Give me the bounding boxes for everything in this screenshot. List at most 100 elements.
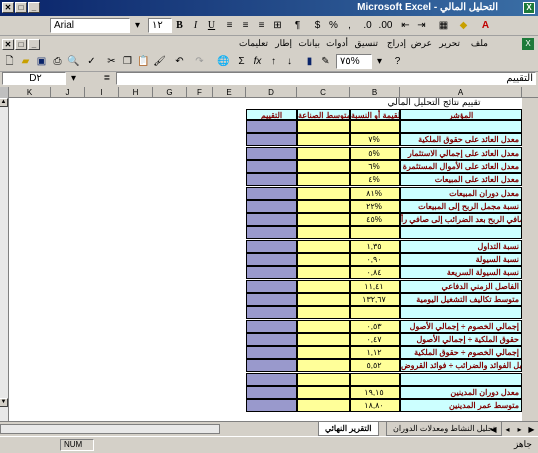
menu-insert[interactable]: إدراج bbox=[387, 38, 406, 49]
value-cell[interactable]: ٨١% bbox=[350, 187, 400, 200]
column-header-c[interactable]: C bbox=[297, 87, 350, 98]
autosum-icon[interactable]: Σ bbox=[234, 54, 249, 69]
value-cell[interactable]: ٥% bbox=[350, 147, 400, 160]
indicator-cell[interactable]: الفاصل الزمني الدفاعي bbox=[400, 280, 522, 293]
align-right-icon[interactable]: ≡ bbox=[222, 18, 237, 33]
hyperlink-icon[interactable]: 🌐 bbox=[216, 54, 231, 69]
indicator-cell[interactable]: معدل دوران المبيعات bbox=[400, 187, 522, 200]
close-button[interactable]: ✕ bbox=[2, 2, 14, 13]
indicator-cell[interactable]: نسبة مجمل الربح إلى المبيعات bbox=[400, 200, 522, 213]
tab-last-icon[interactable]: ▶ bbox=[524, 422, 538, 437]
tab-activity-analysis[interactable]: تحليل النشاط ومعدلات الدوران bbox=[386, 422, 503, 436]
menu-window[interactable]: إطار bbox=[275, 38, 292, 49]
minimize-button[interactable]: _ bbox=[28, 2, 40, 13]
industry-average-cell[interactable] bbox=[297, 173, 350, 186]
header-industry-average[interactable]: متوسط الصناعة bbox=[297, 109, 350, 120]
currency-icon[interactable]: $ bbox=[310, 18, 325, 33]
indicator-cell[interactable]: نسبة صافي الربح بعد الضرائب إلى صافي رأ bbox=[400, 213, 522, 226]
decrease-decimal-icon[interactable]: .00 bbox=[378, 18, 393, 33]
sheet-title[interactable]: تقييم نتائج التحليل المالي bbox=[354, 98, 514, 109]
column-header-e[interactable]: E bbox=[213, 87, 246, 98]
indicator-cell[interactable] bbox=[400, 373, 522, 386]
tab-first-icon[interactable]: ◀ bbox=[486, 422, 501, 437]
select-all-corner[interactable] bbox=[0, 87, 9, 98]
menu-view[interactable]: عرض bbox=[411, 38, 432, 49]
menu-tools[interactable]: أدوات bbox=[326, 38, 348, 49]
decrease-indent-icon[interactable]: ⇤ bbox=[398, 18, 413, 33]
menu-format[interactable]: تنسيق bbox=[355, 38, 378, 49]
industry-average-cell[interactable] bbox=[297, 160, 350, 173]
value-cell[interactable]: ٥,٥٢ bbox=[350, 359, 400, 372]
column-header-h[interactable]: H bbox=[119, 87, 153, 98]
value-cell[interactable]: ٠,٤٧ bbox=[350, 333, 400, 346]
rtl-icon[interactable]: ¶ bbox=[290, 18, 305, 33]
menu-help[interactable]: تعليمات bbox=[239, 38, 268, 49]
chart-wizard-icon[interactable]: ▮ bbox=[302, 54, 317, 69]
evaluation-cell[interactable] bbox=[246, 253, 297, 266]
evaluation-cell[interactable] bbox=[246, 200, 297, 213]
sort-ascending-icon[interactable]: ↑ bbox=[266, 54, 281, 69]
indicator-cell[interactable]: معدل العائد على المبيعات bbox=[400, 173, 522, 186]
name-dropdown-icon[interactable]: ▾ bbox=[66, 71, 81, 86]
value-cell[interactable]: ٢٢% bbox=[350, 200, 400, 213]
fill-color-icon[interactable]: ◆ bbox=[456, 18, 471, 33]
spreadsheet-grid[interactable]: تقييم نتائج التحليل المالي المؤشر القيمة… bbox=[9, 98, 522, 421]
industry-average-cell[interactable] bbox=[297, 200, 350, 213]
evaluation-cell[interactable] bbox=[246, 280, 297, 293]
font-size-box[interactable]: ١٢ bbox=[148, 18, 172, 33]
indicator-cell[interactable]: الربح قبل الفوائد والضرائب ÷ فوائد القرو… bbox=[400, 359, 522, 372]
font-box[interactable]: Arial bbox=[50, 18, 130, 33]
save-icon[interactable]: ▣ bbox=[34, 54, 49, 69]
column-header-i[interactable]: I bbox=[85, 87, 119, 98]
paste-icon[interactable]: 📋 bbox=[136, 54, 151, 69]
workbook-restore-button[interactable]: □ bbox=[15, 39, 27, 50]
tab-final-report[interactable]: التقرير النهائي bbox=[318, 422, 379, 436]
header-evaluation[interactable]: التقييم bbox=[246, 109, 297, 120]
workbook-minimize-button[interactable]: _ bbox=[28, 39, 40, 50]
indicator-cell[interactable]: نسبة السيولة السريعة bbox=[400, 266, 522, 279]
evaluation-cell[interactable] bbox=[246, 160, 297, 173]
value-cell[interactable]: ٠,٨٤ bbox=[350, 266, 400, 279]
font-color-icon[interactable]: A bbox=[478, 18, 493, 33]
indicator-cell[interactable]: متوسط تكاليف التشغيل اليومية bbox=[400, 293, 522, 306]
value-cell[interactable] bbox=[350, 120, 400, 133]
workbook-close-button[interactable]: ✕ bbox=[2, 39, 14, 50]
evaluation-cell[interactable] bbox=[246, 173, 297, 186]
evaluation-cell[interactable] bbox=[246, 306, 297, 319]
evaluation-cell[interactable] bbox=[246, 386, 297, 399]
indicator-cell[interactable] bbox=[400, 306, 522, 319]
industry-average-cell[interactable] bbox=[297, 320, 350, 333]
indicator-cell[interactable]: معدل العائد على حقوق الملكية bbox=[400, 133, 522, 146]
evaluation-cell[interactable] bbox=[246, 147, 297, 160]
indicator-cell[interactable]: معدل دوران المدينين bbox=[400, 386, 522, 399]
evaluation-cell[interactable] bbox=[246, 293, 297, 306]
evaluation-cell[interactable] bbox=[246, 133, 297, 146]
industry-average-cell[interactable] bbox=[297, 280, 350, 293]
cut-icon[interactable]: ✂ bbox=[104, 54, 119, 69]
industry-average-cell[interactable] bbox=[297, 266, 350, 279]
indicator-cell[interactable]: معدل العائد على إجمالي الاستثمار bbox=[400, 147, 522, 160]
indicator-cell[interactable]: متوسط عمر المدينين bbox=[400, 399, 522, 412]
drawing-icon[interactable]: ✎ bbox=[318, 54, 333, 69]
evaluation-cell[interactable] bbox=[246, 320, 297, 333]
increase-decimal-icon[interactable]: .0 bbox=[360, 18, 375, 33]
value-cell[interactable] bbox=[350, 306, 400, 319]
print-icon[interactable]: ⎙ bbox=[50, 54, 65, 69]
industry-average-cell[interactable] bbox=[297, 187, 350, 200]
industry-average-cell[interactable] bbox=[297, 399, 350, 412]
column-header-a[interactable]: A bbox=[400, 87, 522, 98]
industry-average-cell[interactable] bbox=[297, 226, 350, 239]
column-header-g[interactable]: G bbox=[153, 87, 187, 98]
comma-icon[interactable]: , bbox=[342, 18, 357, 33]
underline-button[interactable]: U bbox=[204, 18, 219, 33]
evaluation-cell[interactable] bbox=[246, 373, 297, 386]
industry-average-cell[interactable] bbox=[297, 386, 350, 399]
value-cell[interactable]: ١٩,١٥ bbox=[350, 386, 400, 399]
menu-data[interactable]: بيانات bbox=[298, 38, 320, 49]
menu-edit[interactable]: تحرير bbox=[439, 38, 460, 49]
borders-icon[interactable]: ▦ bbox=[436, 18, 451, 33]
value-cell[interactable]: ١,٣٥ bbox=[350, 240, 400, 253]
value-cell[interactable]: ٤٥% bbox=[350, 213, 400, 226]
industry-average-cell[interactable] bbox=[297, 213, 350, 226]
horizontal-scrollbar[interactable] bbox=[0, 424, 220, 434]
